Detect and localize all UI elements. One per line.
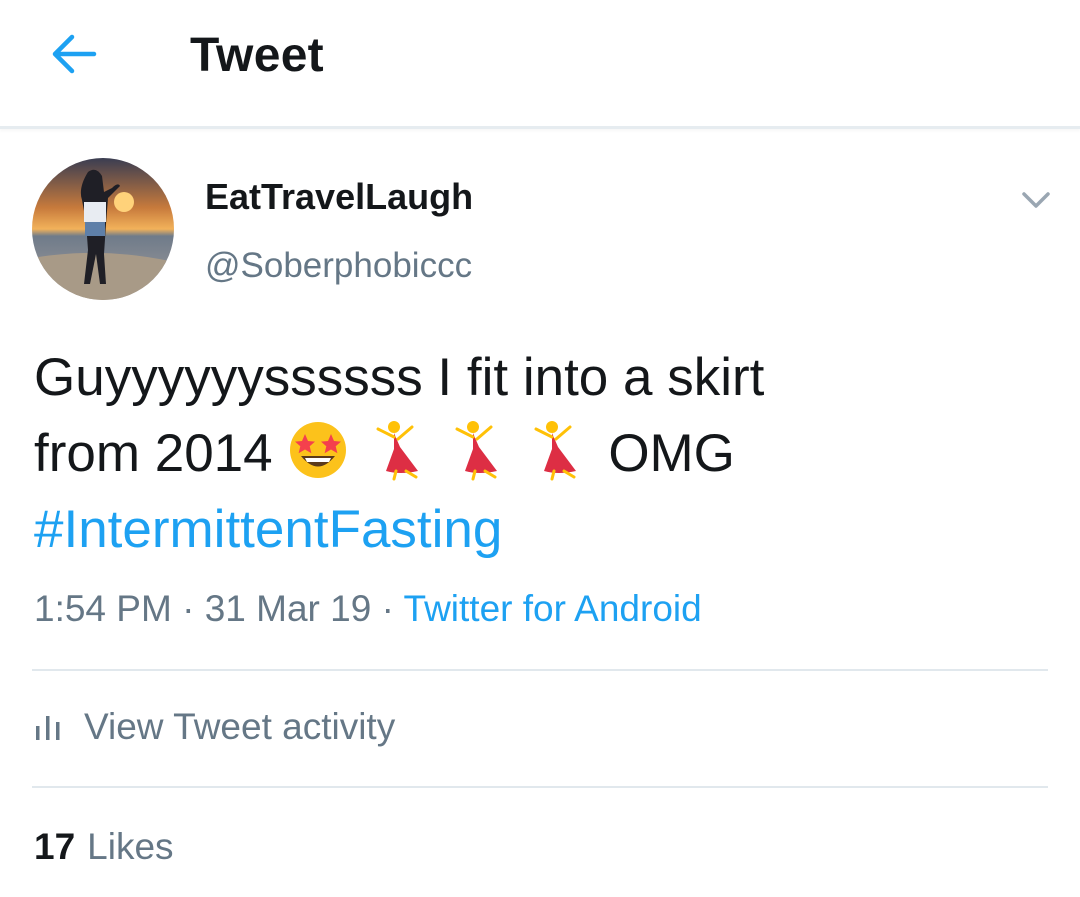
- likes-count: 17: [34, 826, 76, 867]
- tweet-text-line-1: Guyyyyyyssssss I fit into a skirt: [34, 348, 765, 407]
- tweet-time: 1:54 PM: [34, 588, 172, 629]
- divider: [32, 669, 1048, 671]
- view-tweet-activity-label: View Tweet activity: [84, 706, 396, 747]
- meta-separator: ·: [182, 588, 195, 629]
- meta-separator: ·: [381, 588, 394, 629]
- page-title: Tweet: [190, 29, 324, 82]
- woman-dancing-emoji: [534, 421, 576, 481]
- avatar[interactable]: [32, 158, 174, 300]
- hashtag-link[interactable]: #IntermittentFasting: [34, 500, 502, 559]
- view-tweet-activity-button[interactable]: View Tweet activity: [34, 706, 395, 748]
- tweet-body: Guyyyyyyssssss I fit into a skirt from 2…: [34, 340, 1044, 568]
- app-header: Tweet: [0, 0, 1080, 129]
- likes-label: Likes: [87, 826, 174, 867]
- analytics-bars-icon: [36, 716, 60, 740]
- woman-dancing-emoji: [376, 421, 419, 481]
- star-struck-emoji: [290, 422, 347, 478]
- author-display-name[interactable]: EatTravelLaugh: [205, 176, 473, 218]
- likes-count-button[interactable]: 17 Likes: [34, 826, 174, 868]
- arrow-left-icon: [52, 34, 97, 74]
- chevron-down-icon: [1022, 192, 1050, 208]
- tweet-date: 31 Mar 19: [204, 588, 372, 629]
- tweet-metadata: 1:54 PM · 31 Mar 19 · Twitter for Androi…: [34, 588, 702, 630]
- author-handle[interactable]: @Soberphobiccc: [205, 246, 472, 286]
- back-button[interactable]: [46, 28, 102, 80]
- woman-dancing-emoji: [455, 421, 497, 481]
- tweet-source-link[interactable]: Twitter for Android: [404, 588, 702, 629]
- tweet-options-button[interactable]: [1016, 180, 1056, 220]
- avatar-image: [32, 158, 174, 300]
- tweet-text-line-2-prefix: from 2014: [34, 424, 273, 483]
- tweet-text-line-2-suffix: OMG: [608, 424, 735, 483]
- divider: [32, 786, 1048, 788]
